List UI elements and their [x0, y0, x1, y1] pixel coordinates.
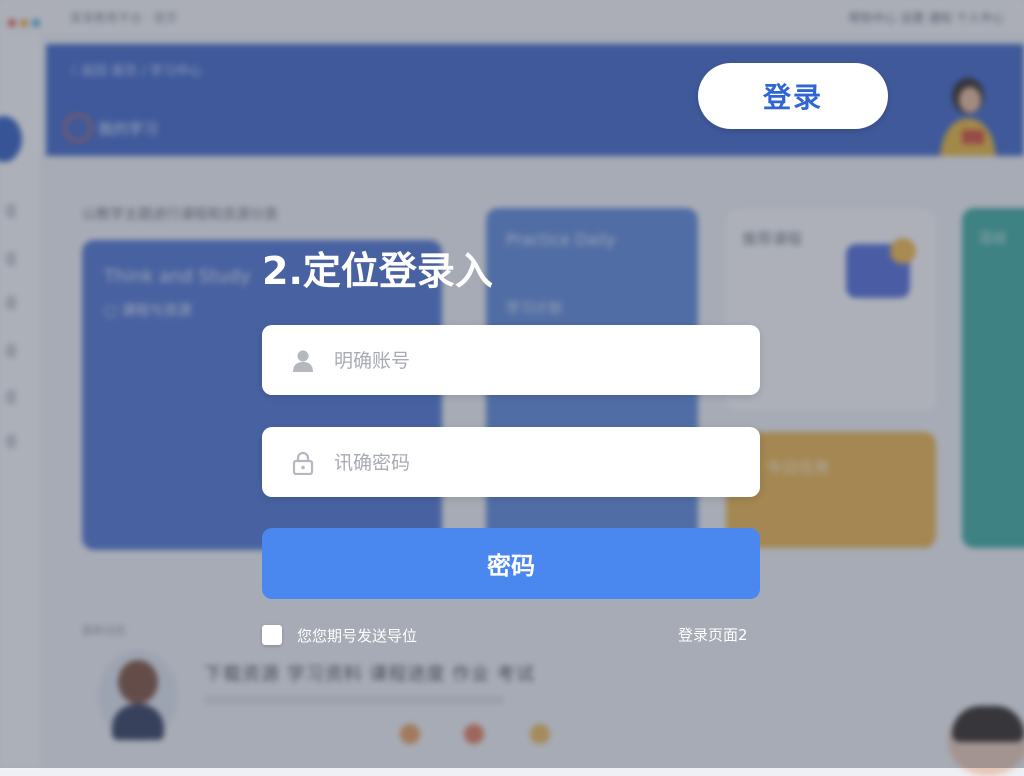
account-field[interactable]	[262, 325, 760, 397]
remember-checkbox[interactable]	[262, 625, 282, 645]
remember-row: 您您期号发送导位	[262, 624, 417, 646]
page-title: 2.定位登录入	[262, 249, 493, 293]
account-input[interactable]	[332, 325, 746, 397]
submit-button[interactable]: 密码	[262, 528, 760, 599]
user-icon	[293, 350, 313, 372]
lock-icon	[292, 451, 314, 475]
login-page-link[interactable]: 登录页面2	[678, 624, 748, 645]
password-input[interactable]	[332, 427, 746, 499]
remember-label[interactable]: 您您期号发送导位	[297, 625, 417, 646]
password-field[interactable]	[262, 427, 760, 499]
login-button[interactable]: 登录	[698, 63, 888, 129]
